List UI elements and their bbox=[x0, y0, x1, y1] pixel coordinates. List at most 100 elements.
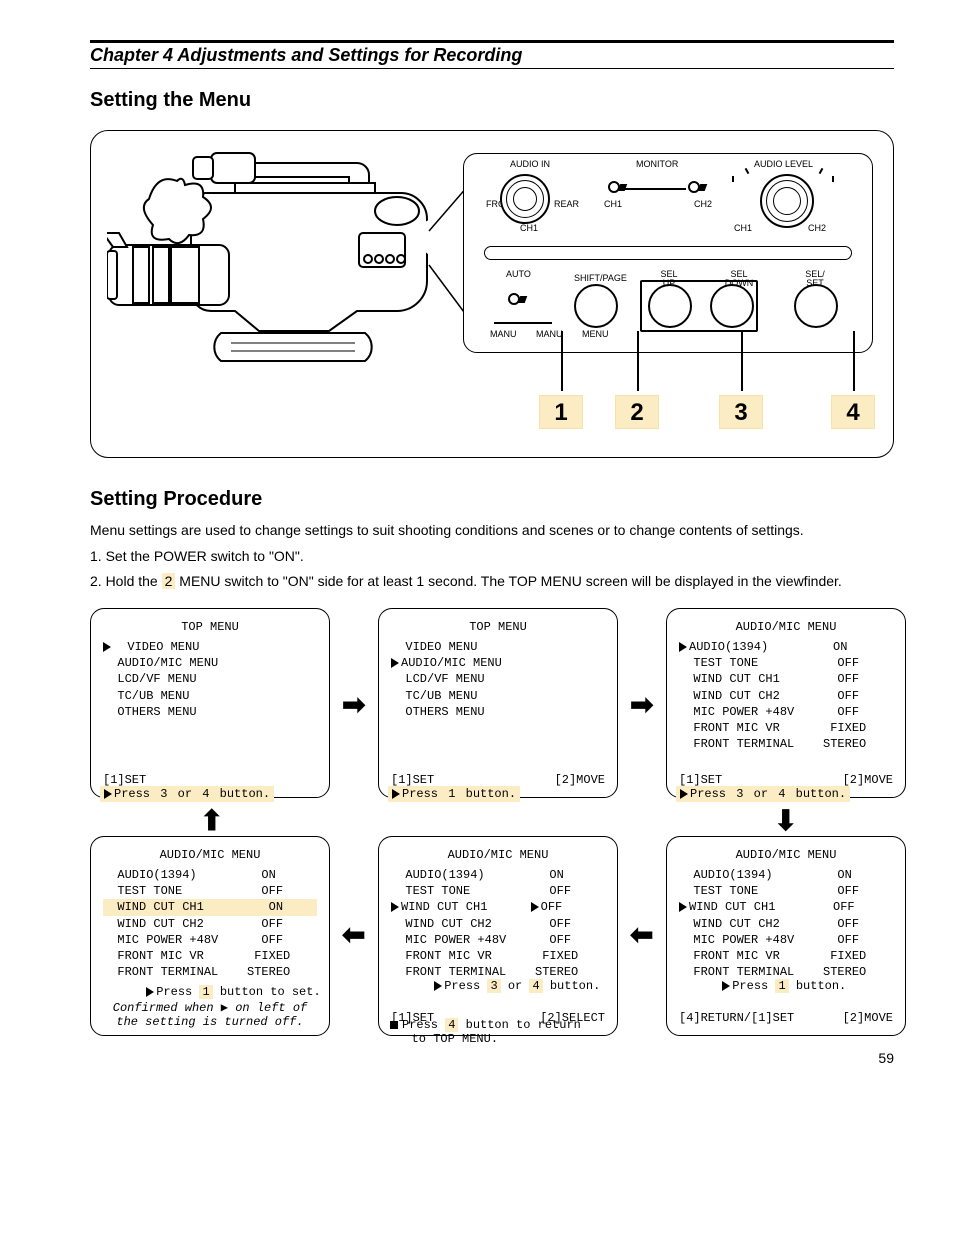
list-item: LCD/VF MENU bbox=[391, 671, 605, 687]
arrow-left-icon: ⬅ bbox=[342, 918, 365, 951]
label-mon-ch2: CH2 bbox=[694, 200, 712, 209]
pointer-icon bbox=[103, 642, 111, 652]
foot-left: [1]SET bbox=[103, 773, 146, 787]
callout-ref-2: 2 bbox=[162, 573, 176, 589]
menu2-hint: Press 1 button. bbox=[388, 786, 520, 802]
menu4-sub: Press 1 button. bbox=[679, 965, 893, 1007]
menu-card-6: AUDIO/MIC MENU AUDIO(1394) ON TEST TONE … bbox=[90, 836, 330, 1036]
foot-right: [2]MOVE bbox=[843, 773, 893, 787]
label-lvl-ch2: CH2 bbox=[808, 224, 826, 233]
audio-level-knob[interactable] bbox=[760, 174, 814, 228]
list-item: FRONT MIC VR FIXED bbox=[679, 948, 893, 964]
pointer-icon bbox=[391, 658, 399, 668]
procedure-title: Setting Procedure bbox=[90, 488, 894, 511]
menu-card-2: TOP MENU VIDEO MENU AUDIO/MIC MENU LCD/V… bbox=[378, 608, 618, 798]
label-monitor: MONITOR bbox=[636, 160, 678, 169]
list-item: WIND CUT CH1 OFF bbox=[679, 899, 893, 915]
intro-p1: Menu settings are used to change setting… bbox=[90, 521, 894, 541]
menu5-sub: Press 3 or 4 button. bbox=[391, 965, 605, 1007]
chapter-title: Chapter 4 Adjustments and Settings for R… bbox=[90, 45, 894, 68]
list-item: VIDEO MENU bbox=[103, 639, 317, 655]
pointer-icon bbox=[531, 902, 539, 912]
list-item: WIND CUT CH2 OFF bbox=[103, 916, 317, 932]
label-shift-page: SHIFT/PAGE bbox=[574, 274, 627, 283]
label-manu-r: MANU bbox=[536, 330, 563, 339]
label-auto: AUTO bbox=[506, 270, 531, 279]
list-item: AUDIO(1394) ON bbox=[679, 867, 893, 883]
list-item: TEST TONE OFF bbox=[679, 655, 893, 671]
menu-flow: TOP MENU VIDEO MENU AUDIO/MIC MENU LCD/V… bbox=[90, 608, 894, 1028]
right-arrow-icon bbox=[680, 789, 688, 799]
foot-left: [1]SET bbox=[679, 773, 722, 787]
list-item: AUDIO(1394) ON bbox=[679, 639, 893, 655]
callout-1: 1 bbox=[539, 395, 583, 429]
audio-in-knob[interactable] bbox=[500, 174, 550, 224]
section-title: Setting the Menu bbox=[90, 89, 894, 112]
list-item: AUDIO/MIC MENU bbox=[103, 655, 317, 671]
callout-3: 3 bbox=[719, 395, 763, 429]
label-audio-level: AUDIO LEVEL bbox=[754, 160, 813, 169]
menu2-title: TOP MENU bbox=[391, 619, 605, 635]
pointer-icon bbox=[391, 902, 399, 912]
list-item: TEST TONE OFF bbox=[103, 883, 317, 899]
arrow-right-icon: ➡ bbox=[342, 688, 365, 721]
sel-up-button[interactable] bbox=[648, 284, 692, 328]
list-item: WIND CUT CH1 OFF bbox=[391, 899, 605, 915]
step-1: 1. Set the POWER switch to "ON". bbox=[90, 547, 894, 567]
sel-down-button[interactable] bbox=[710, 284, 754, 328]
list-item: FRONT MIC VR FIXED bbox=[391, 948, 605, 964]
menu3-title: AUDIO/MIC MENU bbox=[679, 619, 893, 635]
label-audio-in: AUDIO IN bbox=[510, 160, 550, 169]
diagram-container: AUDIO IN MONITOR AUDIO LEVEL CH1 CH1 CH2… bbox=[90, 130, 894, 458]
sel-set-button[interactable] bbox=[794, 284, 838, 328]
header-divider: Chapter 4 Adjustments and Settings for R… bbox=[90, 40, 894, 69]
monitor-lever-ch1[interactable] bbox=[608, 182, 624, 192]
list-item: TC/UB MENU bbox=[391, 688, 605, 704]
menu-card-5: AUDIO/MIC MENU AUDIO(1394) ON TEST TONE … bbox=[378, 836, 618, 1036]
foot-right: [2]MOVE bbox=[843, 1011, 893, 1025]
right-arrow-icon bbox=[434, 981, 442, 991]
callout-4: 4 bbox=[831, 395, 875, 429]
list-item: MIC POWER +48V OFF bbox=[679, 932, 893, 948]
list-item: AUDIO/MIC MENU bbox=[391, 655, 605, 671]
list-item: MIC POWER +48V OFF bbox=[391, 932, 605, 948]
pointer-icon bbox=[679, 902, 687, 912]
lead-1 bbox=[561, 331, 563, 391]
label-lvl-ch1: CH1 bbox=[734, 224, 752, 233]
right-arrow-icon bbox=[146, 987, 154, 997]
list-item: AUDIO(1394) ON bbox=[103, 867, 317, 883]
monitor-lever-ch2[interactable] bbox=[688, 182, 704, 192]
menu-button[interactable] bbox=[574, 284, 618, 328]
label-manu-l: MANU bbox=[490, 330, 517, 339]
arrow-down-icon: ⬇ bbox=[774, 804, 797, 837]
panel-slot bbox=[484, 246, 852, 260]
foot-left: [1]SET bbox=[391, 773, 434, 787]
right-arrow-icon bbox=[104, 789, 112, 799]
list-item: LCD/VF MENU bbox=[103, 671, 317, 687]
list-item: TC/UB MENU bbox=[103, 688, 317, 704]
menu1-title: TOP MENU bbox=[103, 619, 317, 635]
list-item: WIND CUT CH1 OFF bbox=[679, 671, 893, 687]
right-arrow-icon bbox=[392, 789, 400, 799]
foot-right: [2]MOVE bbox=[555, 773, 605, 787]
menu6-note: Confirmed when ▶ on left ofthe setting i… bbox=[99, 1000, 321, 1029]
menu-card-1: TOP MENU VIDEO MENU AUDIO/MIC MENU LCD/V… bbox=[90, 608, 330, 798]
label-ch1-left: CH1 bbox=[520, 224, 538, 233]
arrow-up-icon: ⬆ bbox=[200, 804, 223, 837]
lead-4 bbox=[853, 331, 855, 391]
menu5-title: AUDIO/MIC MENU bbox=[391, 847, 605, 863]
menu1-hint: Press 3 or 4 button. bbox=[100, 786, 274, 802]
list-item: WIND CUT CH2 OFF bbox=[391, 916, 605, 932]
list-item: WIND CUT CH2 OFF bbox=[679, 688, 893, 704]
page-number: 59 bbox=[878, 1050, 894, 1066]
menu3-hint: Press 3 or 4 button. bbox=[676, 786, 850, 802]
menu-card-3: AUDIO/MIC MENU AUDIO(1394) ON TEST TONE … bbox=[666, 608, 906, 798]
arrow-right-icon: ➡ bbox=[630, 688, 653, 721]
menu-card-4: AUDIO/MIC MENU AUDIO(1394) ON TEST TONE … bbox=[666, 836, 906, 1036]
auto-manu-lever[interactable] bbox=[508, 294, 524, 304]
list-item: FRONT MIC VR FIXED bbox=[679, 720, 893, 736]
arrow-left-icon: ⬅ bbox=[630, 918, 653, 951]
list-item: OTHERS MENU bbox=[103, 704, 317, 720]
list-item: FRONT MIC VR FIXED bbox=[103, 948, 317, 964]
list-item: MIC POWER +48V OFF bbox=[103, 932, 317, 948]
